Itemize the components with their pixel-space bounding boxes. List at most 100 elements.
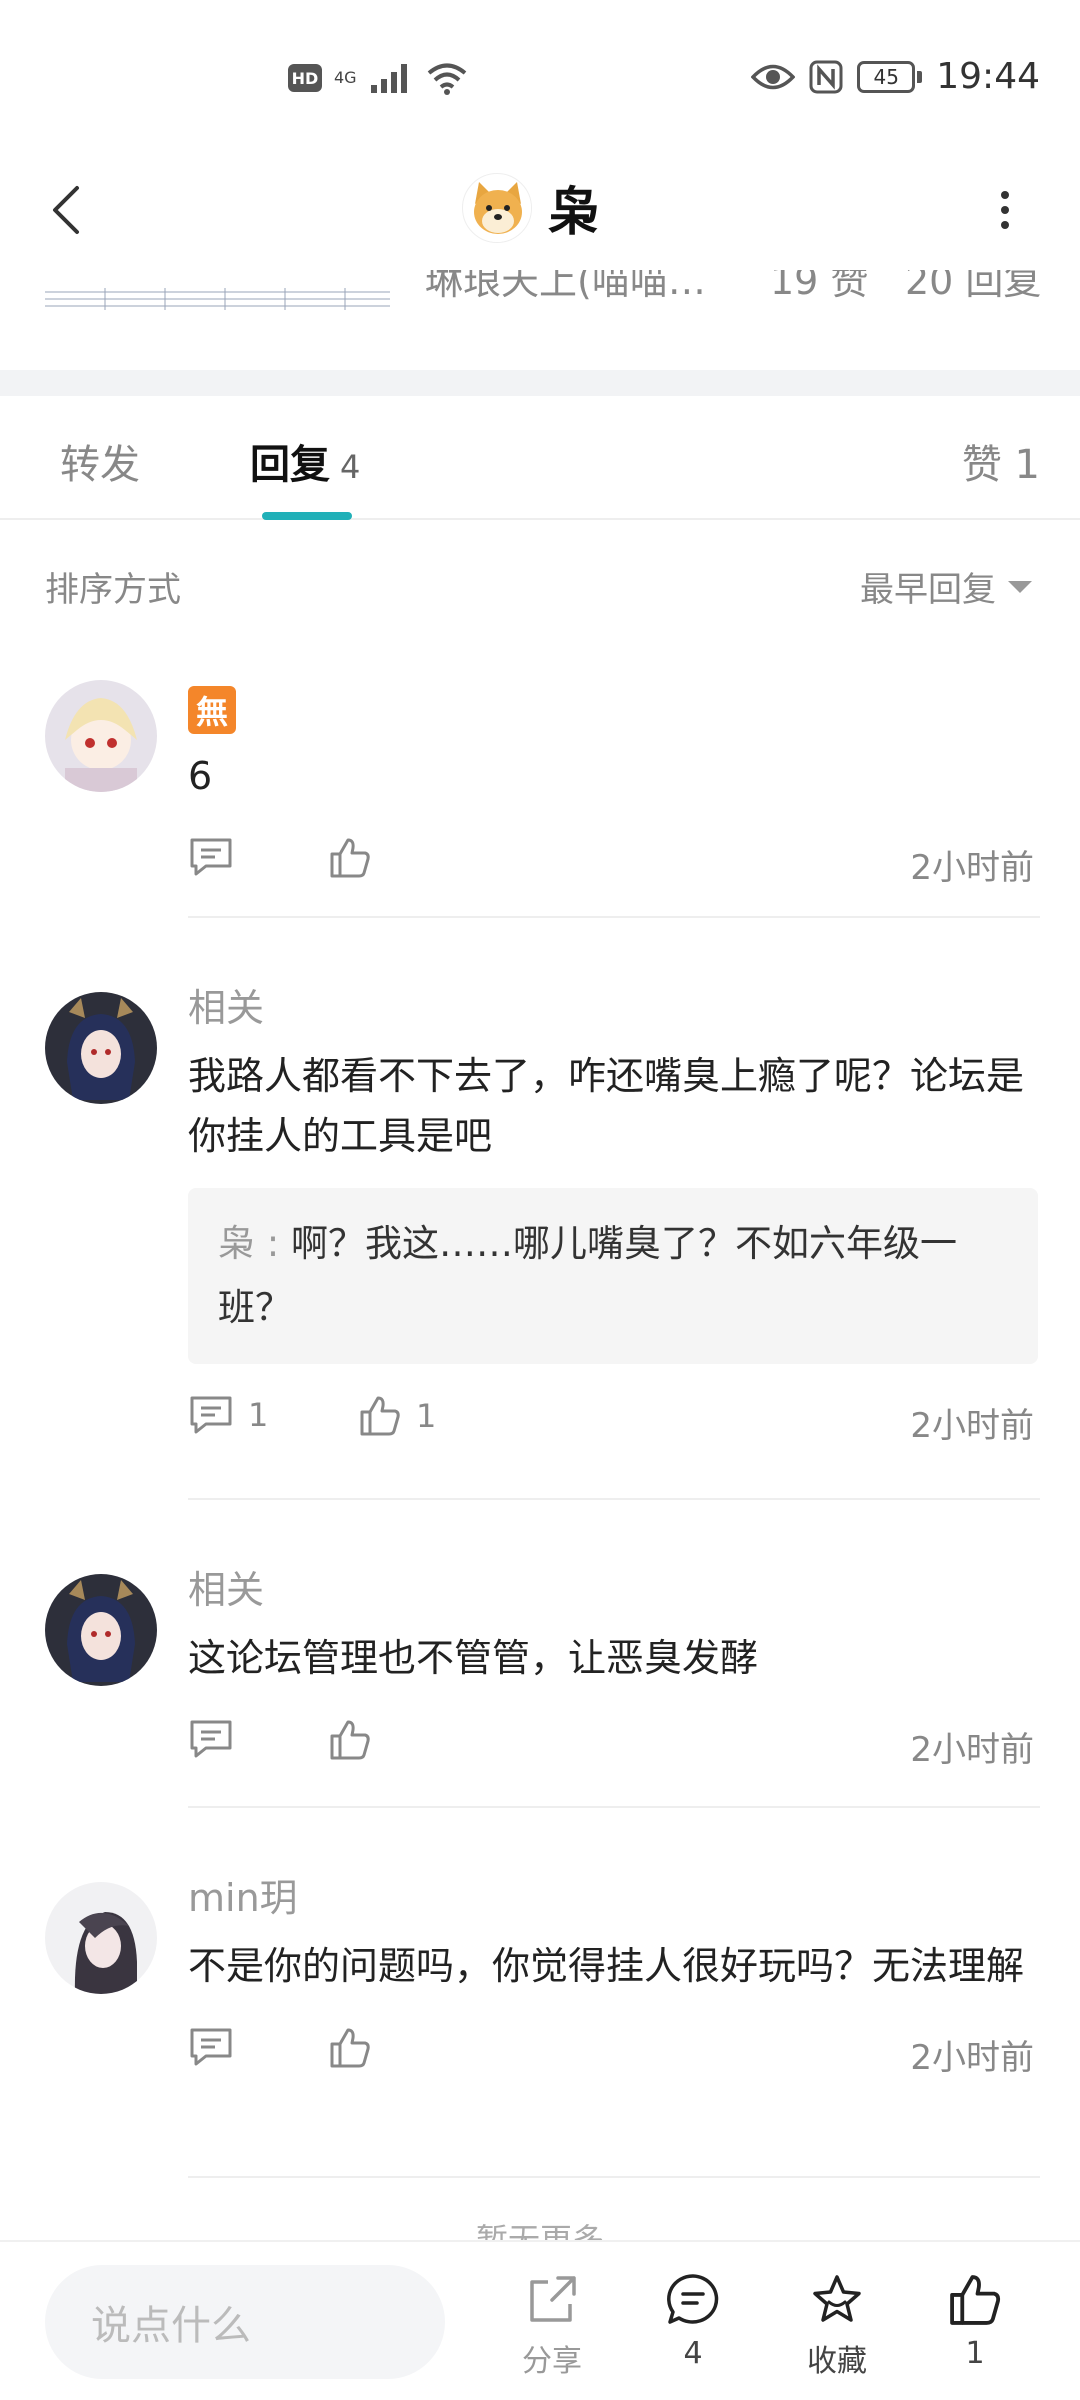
commenter-avatar[interactable] [45,992,157,1104]
like-button[interactable] [328,836,372,880]
comment-content: min玥 不是你的问题吗，你觉得挂人很好玩吗？无法理解 2小时前 [188,1872,1038,2082]
like-button[interactable] [328,2026,372,2070]
tab-likes[interactable]: 赞 1 [962,432,1040,490]
comments-count: 4 [683,2336,703,2371]
comment-text: 不是你的问题吗，你觉得挂人很好玩吗？无法理解 [188,1944,1025,1988]
battery-body: 45 [857,60,916,93]
status-right: 45 19:44 [751,56,1040,97]
tab-repost[interactable]: 转发 [60,432,140,490]
comment-time: 2小时前 [910,1730,1034,1770]
reply-button[interactable]: 1 [188,1394,268,1436]
battery-level: 45 [873,64,899,89]
title-wrap: 枭 [462,170,600,245]
comment-content: 無 6 2小时前 [188,680,1038,892]
comment-input[interactable]: 说点什么 [45,2265,445,2379]
eye-icon [751,64,796,89]
hd-badge: HD [288,64,322,92]
reply-count: 1 [248,1396,269,1434]
nfc-icon [809,60,843,93]
anime-avatar-icon [45,680,157,792]
doge-avatar-icon [464,174,531,242]
comment-icon [190,1396,232,1434]
comment-icon [190,2028,232,2066]
commenter-avatar[interactable] [45,1574,157,1686]
quoted-username: 枭 [218,1222,255,1265]
thumbs-up-icon [360,1396,400,1436]
post-views: 19 赞 [770,270,869,303]
more-options-button[interactable] [970,175,1040,245]
comment-actions: 2小时前 [188,1718,1038,1774]
signal-icon [370,64,407,93]
reply-button[interactable] [188,2026,234,2068]
like-count: 1 [416,1397,437,1435]
wifi-icon [427,63,466,95]
comment-content: 相关 这论坛管理也不管管，让恶臭发酵 2小时前 [188,1564,1038,1774]
clock: 19:44 [936,56,1040,97]
network-label: 4G [334,68,357,87]
comment-time: 2小时前 [910,2038,1034,2078]
no-more-hint: 暂无更多 [475,2221,604,2240]
tab-bar: 转发 回复 4 赞 1 [0,396,1080,520]
like-button[interactable]: 1 [358,1394,436,1438]
anime-avatar-icon [45,992,157,1104]
comments-button[interactable]: 4 [638,2272,748,2371]
comment-text: 这论坛管理也不管管，让恶臭发酵 [188,1636,759,1680]
quoted-text: 啊？我这……哪儿嘴臭了？不如六年级一班？ [218,1222,957,1329]
page-title: 枭 [548,183,601,243]
comment-time: 2小时前 [910,1406,1034,1446]
caret-down-icon [1008,580,1032,593]
tab-active-indicator [262,512,352,520]
comment-text: 我路人都看不下去了，咋还嘴臭上瘾了呢？论坛是你挂人的工具是吧 [188,1054,1025,1158]
comment-username[interactable]: 相关 [188,982,1038,1034]
bottom-bar: 说点什么 分享 4 收藏 1 [0,2240,1080,2400]
battery-indicator: 45 [857,60,923,93]
status-left: HD 4G [288,60,469,96]
status-bar: HD 4G 45 19:44 [0,0,1080,150]
likes-count: 1 [965,2336,985,2371]
anime-avatar-icon [45,1882,157,1994]
tab-replies[interactable]: 回复 4 [250,432,360,490]
favorite-label: 收藏 [807,2344,867,2379]
thumbs-up-icon [950,2275,1001,2325]
sort-row: 排序方式 最早回复 [0,520,1080,650]
sort-selected: 最早回复 [860,570,996,610]
comment-username[interactable]: min玥 [188,1872,1038,1924]
comment-icon [190,1720,232,1758]
quoted-reply[interactable]: 枭 : 啊？我这……哪儿嘴臭了？不如六年级一班？ [188,1188,1038,1364]
reply-button[interactable] [188,1718,234,1760]
sort-dropdown[interactable]: 最早回复 [860,562,1032,611]
reply-button[interactable] [188,836,234,878]
thumbs-up-icon [330,838,370,878]
like-post-button[interactable]: 1 [920,2272,1030,2371]
like-button[interactable] [328,1718,372,1762]
star-icon [813,2275,861,2322]
quote-separator: : [255,1222,291,1265]
comment-bubble-icon [667,2274,719,2324]
comment-content: 相关 我路人都看不下去了，咋还嘴臭上瘾了呢？论坛是你挂人的工具是吧 枭 : 啊？… [188,982,1038,1450]
divider [188,1806,1040,1808]
back-arrow-icon [53,186,79,234]
share-icon [530,2276,576,2322]
author-avatar[interactable] [462,172,532,243]
more-vertical-icon [1001,191,1009,229]
commenter-avatar[interactable] [45,680,157,792]
post-summary-row[interactable]: 琳琅天上(喵喵钟… 19 赞 20 回复 [0,270,1080,318]
comment-actions: 2小时前 [188,2026,1038,2082]
thumbs-up-icon [330,2028,370,2068]
favorite-button[interactable]: 收藏 [782,2272,892,2380]
tab-replies-label: 回复 [250,442,330,488]
back-button[interactable] [30,175,100,245]
battery-tip [917,70,923,83]
comment-time: 2小时前 [910,848,1034,888]
comment-actions: 1 1 2小时前 [188,1394,1038,1450]
thumbs-up-icon [330,1720,370,1760]
divider [188,1498,1040,1500]
commenter-avatar[interactable] [45,1882,157,1994]
user-level-badge: 無 [188,686,236,734]
divider [188,2176,1040,2178]
header: 枭 [0,150,1080,270]
share-button[interactable]: 分享 [497,2272,607,2380]
comment-text: 6 [188,754,213,798]
comment-username[interactable]: 相关 [188,1564,1038,1616]
post-thumbnail [45,288,390,310]
